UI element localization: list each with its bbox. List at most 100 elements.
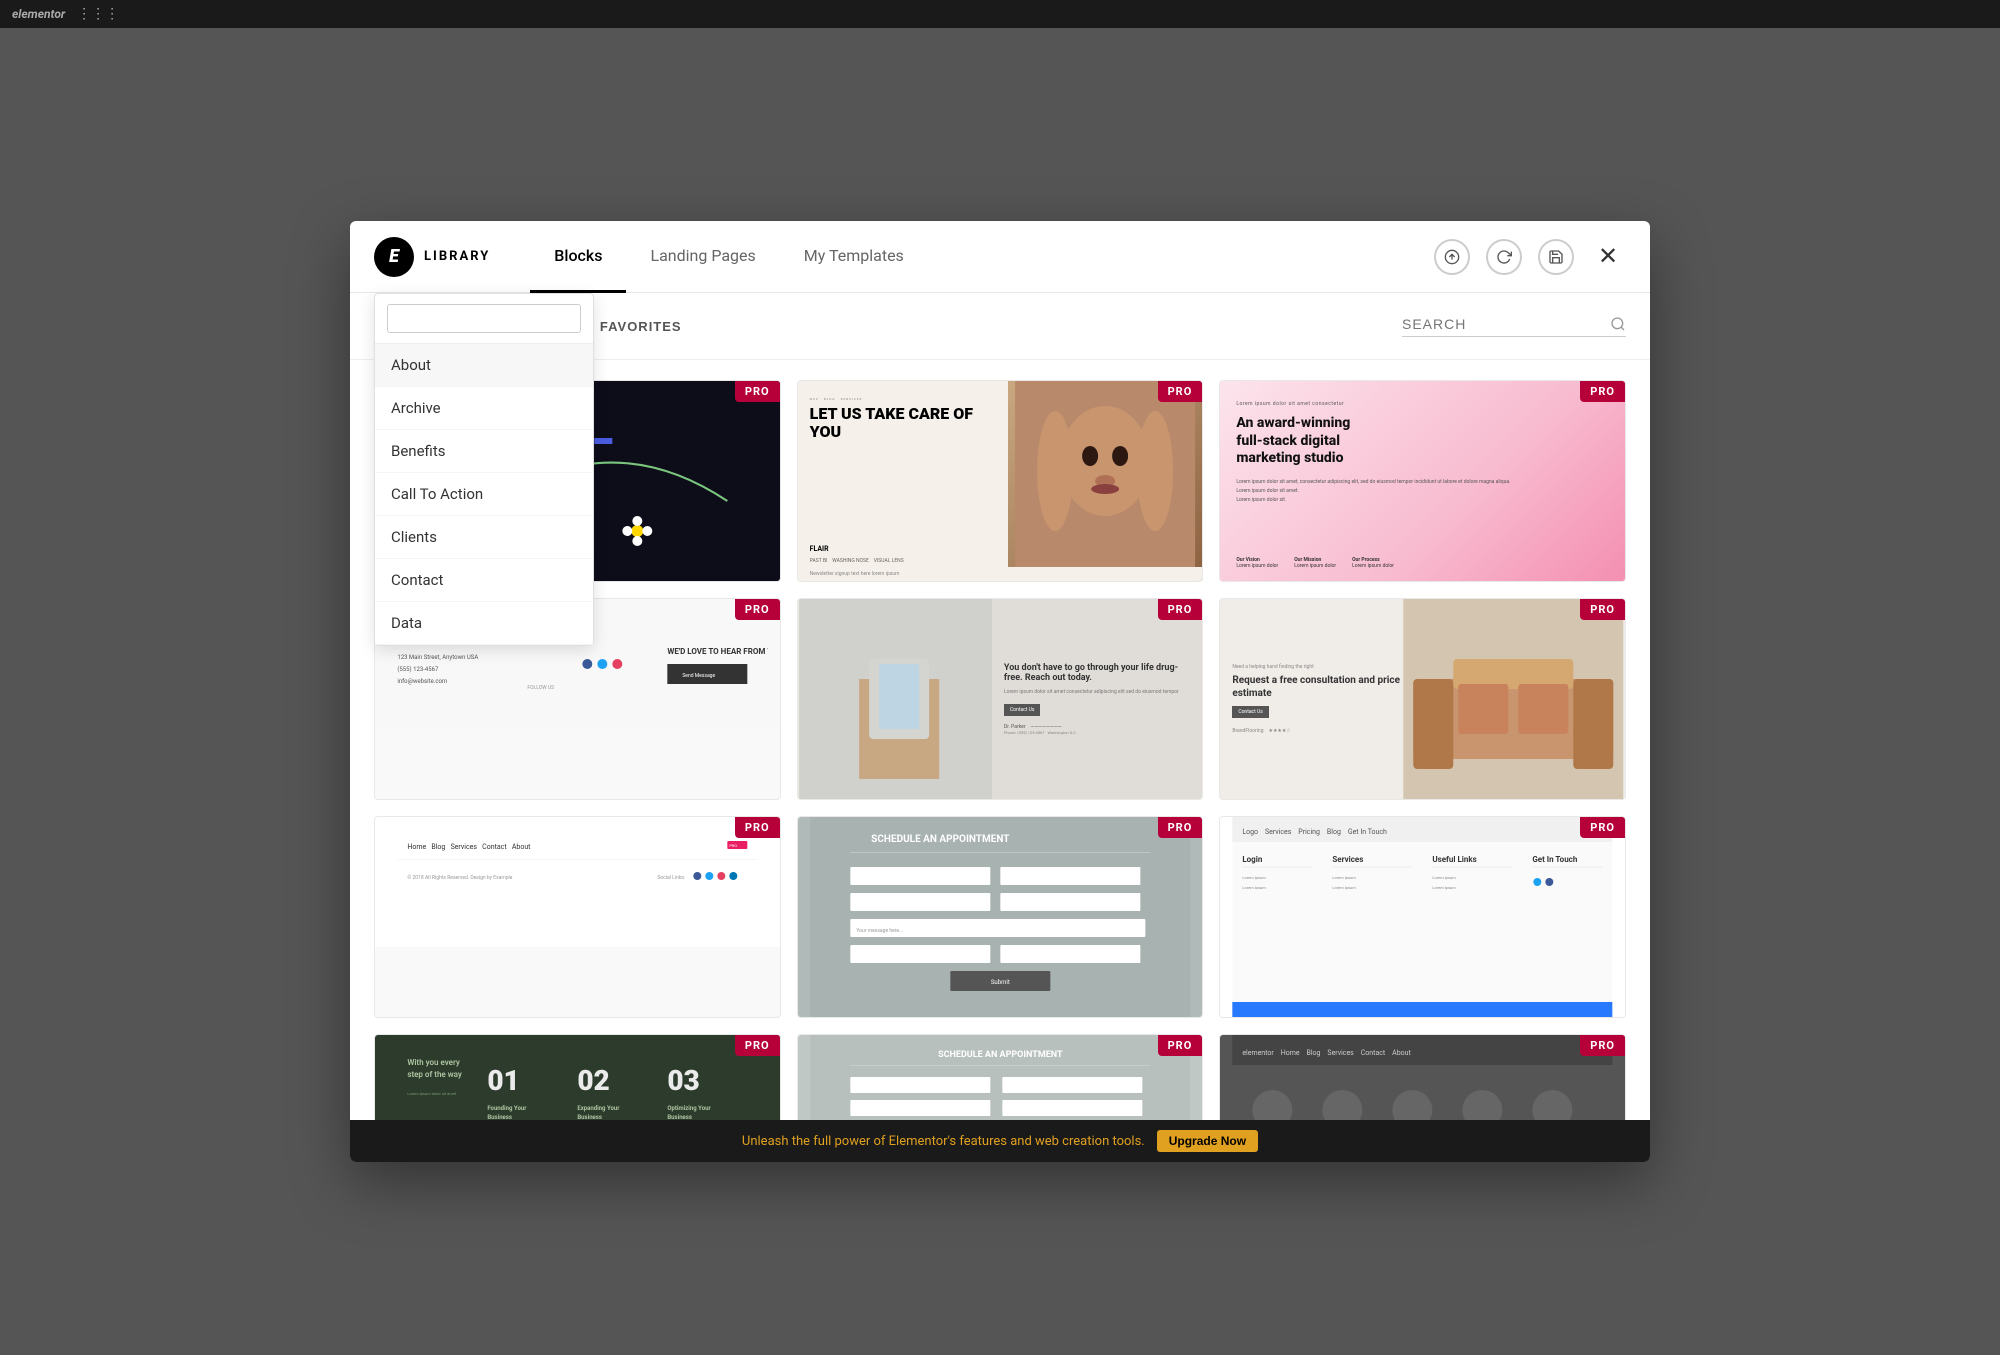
tech-svg: Logo Services Pricing Blog Get In Touch … xyxy=(1220,817,1625,1017)
dropdown-item-data[interactable]: Data xyxy=(375,602,593,645)
search-area xyxy=(1402,316,1626,337)
flooring-text-area: Need a helping hand finding the right Re… xyxy=(1220,599,1414,799)
card-thumb-schedule: SCHEDULE AN APPOINTMENT Book Appointment xyxy=(798,1035,1203,1120)
beige-footer-text: FLAIR PAST BI WASHING NOSE VISUAL LENS xyxy=(810,544,1009,565)
svg-text:Lorem ipsum: Lorem ipsum xyxy=(1333,875,1357,880)
svg-text:FOLLOW US: FOLLOW US xyxy=(527,685,554,691)
nav-strip: NAV BLOG SERVICES xyxy=(810,397,1009,401)
svg-text:Lorem ipsum: Lorem ipsum xyxy=(1333,885,1357,890)
upload-button[interactable] xyxy=(1434,239,1470,275)
library-title: LIBRARY xyxy=(424,249,490,264)
svg-text:SCHEDULE AN APPOINTMENT: SCHEDULE AN APPOINTMENT xyxy=(938,1050,1063,1060)
pro-badge-6: PRO xyxy=(1580,599,1625,620)
pro-badge-10: PRO xyxy=(735,1035,780,1056)
template-card-8[interactable]: SCHEDULE AN APPOINTMENT Your message her… xyxy=(797,816,1204,1018)
template-card-5[interactable]: You don't have to go through your life d… xyxy=(797,598,1204,800)
svg-text:elementor Home Blog S: elementor Home Blog Services Contact Abo… xyxy=(1243,1049,1412,1057)
save-button[interactable] xyxy=(1538,239,1574,275)
dropdown-item-about[interactable]: About xyxy=(375,344,593,387)
svg-text:Useful Links: Useful Links xyxy=(1433,855,1477,864)
top-bar-app-name: elementor xyxy=(12,7,65,21)
pink-description: Lorem ipsum dolor sit amet, consectetur … xyxy=(1236,478,1609,505)
tab-navigation: Blocks Landing Pages My Templates xyxy=(530,221,1434,292)
face-svg xyxy=(1008,381,1202,581)
upgrade-button[interactable]: Upgrade Now xyxy=(1157,1130,1258,1152)
pro-badge-4: PRO xyxy=(735,599,780,620)
refresh-button[interactable] xyxy=(1486,239,1522,275)
template-card-3[interactable]: Lorem ipsum dolor sit amet consectetur A… xyxy=(1219,380,1626,582)
svg-text:Lorem ipsum: Lorem ipsum xyxy=(1433,875,1457,880)
template-card-10[interactable]: With you every step of the way Lorem ips… xyxy=(374,1034,781,1120)
svg-text:Business: Business xyxy=(667,1114,692,1120)
svg-text:Submit: Submit xyxy=(991,979,1010,986)
beige-text-area: NAV BLOG SERVICES LET US TAKE CARE OF YO… xyxy=(798,381,1021,581)
sofa-image-area xyxy=(1402,599,1625,799)
header-actions: ✕ xyxy=(1434,239,1626,275)
svg-text:03: 03 xyxy=(667,1064,699,1097)
footer-message: Unleash the full power of Elementor's fe… xyxy=(742,1134,1145,1149)
svg-text:Business: Business xyxy=(487,1114,512,1120)
card-thumb-appointment: SCHEDULE AN APPOINTMENT Your message her… xyxy=(798,817,1203,1017)
tab-landing-pages[interactable]: Landing Pages xyxy=(626,222,779,293)
svg-text:info@website.com: info@website.com xyxy=(397,678,447,685)
template-card-12[interactable]: elementor Home Blog Services Contact Abo… xyxy=(1219,1034,1626,1120)
pro-badge-3: PRO xyxy=(1580,381,1625,402)
doctor-text-area: You don't have to go through your life d… xyxy=(992,599,1202,799)
svg-text:Login: Login xyxy=(1243,855,1264,864)
face-photo-area xyxy=(1008,381,1202,581)
category-dropdown-menu: About Archive Benefits Call To Action Cl… xyxy=(374,293,594,646)
sofa-svg xyxy=(1402,599,1625,799)
doctor-svg xyxy=(798,599,1000,799)
dropdown-item-contact[interactable]: Contact xyxy=(375,559,593,602)
template-card-7[interactable]: Home Blog Services Contact About PRO © 2… xyxy=(374,816,781,1018)
svg-text:Lorem ipsum dolor sit amet: Lorem ipsum dolor sit amet xyxy=(407,1091,457,1096)
svg-text:Your message here...: Your message here... xyxy=(856,928,903,934)
card-thumb-flooring: Need a helping hand finding the right Re… xyxy=(1220,599,1625,799)
template-card-11[interactable]: SCHEDULE AN APPOINTMENT Book Appointment xyxy=(797,1034,1204,1120)
logo-letter: E xyxy=(389,246,399,267)
appointment-svg: SCHEDULE AN APPOINTMENT Your message her… xyxy=(798,817,1203,1017)
nav-svg: Home Blog Services Contact About PRO © 2… xyxy=(387,829,768,929)
flooring-btn: Contact Us xyxy=(1232,706,1269,718)
card-thumb-nav: Home Blog Services Contact About PRO © 2… xyxy=(375,817,780,947)
steps-svg: With you every step of the way Lorem ips… xyxy=(375,1035,780,1120)
svg-text:Home Blog Services Conta: Home Blog Services Contact About xyxy=(407,843,531,851)
svg-text:Services: Services xyxy=(1333,855,1364,864)
card-thumb-pink: Lorem ipsum dolor sit amet consectetur A… xyxy=(1220,381,1625,581)
dropdown-item-clients[interactable]: Clients xyxy=(375,516,593,559)
tab-blocks[interactable]: Blocks xyxy=(530,222,626,293)
svg-text:01: 01 xyxy=(487,1064,519,1097)
dark-nav-svg: elementor Home Blog Services Contact Abo… xyxy=(1220,1035,1625,1120)
svg-text:step of the way: step of the way xyxy=(407,1070,462,1079)
svg-text:Logo Services Pricing: Logo Services Pricing Blog Get In Touch xyxy=(1243,828,1388,836)
template-card-2[interactable]: NAV BLOG SERVICES LET US TAKE CARE OF YO… xyxy=(797,380,1204,582)
svg-text:Business: Business xyxy=(577,1114,602,1120)
pink-nav: Lorem ipsum dolor sit amet consectetur xyxy=(1236,401,1609,407)
svg-text:Lorem ipsum: Lorem ipsum xyxy=(1433,885,1457,890)
search-input[interactable] xyxy=(1402,316,1602,332)
logo-area: E LIBRARY xyxy=(374,237,490,277)
tab-my-templates[interactable]: My Templates xyxy=(780,222,928,293)
dropdown-search-area xyxy=(375,294,593,344)
elementor-logo: E xyxy=(374,237,414,277)
pro-badge-11: PRO xyxy=(1158,1035,1203,1056)
svg-text:02: 02 xyxy=(577,1064,609,1097)
pro-badge-9: PRO xyxy=(1580,817,1625,838)
pro-badge-5: PRO xyxy=(1158,599,1203,620)
template-card-6[interactable]: Need a helping hand finding the right Re… xyxy=(1219,598,1626,800)
dropdown-search-input[interactable] xyxy=(387,304,581,333)
dropdown-item-archive[interactable]: Archive xyxy=(375,387,593,430)
contact-btn: Contact Us xyxy=(1004,704,1041,716)
close-button[interactable]: ✕ xyxy=(1590,239,1626,275)
template-card-9[interactable]: Logo Services Pricing Blog Get In Touch … xyxy=(1219,816,1626,1018)
dropdown-item-call-to-action[interactable]: Call To Action xyxy=(375,473,593,516)
card-thumb-dark-nav: elementor Home Blog Services Contact Abo… xyxy=(1220,1035,1625,1120)
dropdown-item-benefits[interactable]: Benefits xyxy=(375,430,593,473)
svg-text:© 2018 All Rights Reserved. De: © 2018 All Rights Reserved. Design by Ex… xyxy=(407,874,512,881)
footer-bar: Unleash the full power of Elementor's fe… xyxy=(350,1120,1650,1162)
svg-text:(555) 123-4567: (555) 123-4567 xyxy=(397,666,439,673)
pro-badge-12: PRO xyxy=(1580,1035,1625,1056)
schedule-svg: SCHEDULE AN APPOINTMENT Book Appointment xyxy=(798,1035,1203,1120)
svg-text:SCHEDULE AN APPOINTMENT: SCHEDULE AN APPOINTMENT xyxy=(871,834,1009,845)
card-thumb-doctor: You don't have to go through your life d… xyxy=(798,599,1203,799)
